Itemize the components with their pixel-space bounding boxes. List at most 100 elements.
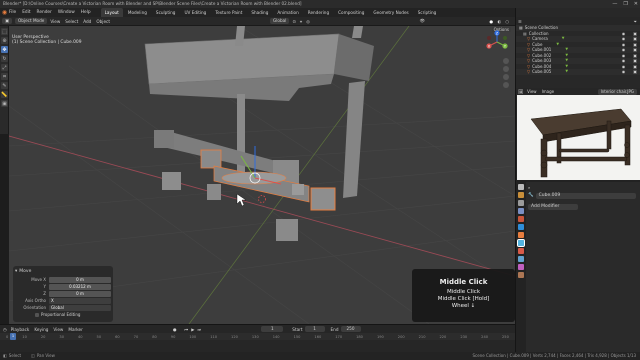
tab-shading[interactable]: Shading xyxy=(247,8,272,17)
collapse-icon[interactable]: ▾ xyxy=(15,269,17,274)
menu-keying[interactable]: Keying xyxy=(34,327,48,332)
outliner-item[interactable]: ▽ Cube.005 ▼ ◉ ▣ xyxy=(516,69,640,75)
turned-spindle[interactable] xyxy=(221,171,287,185)
start-frame-field[interactable]: 1 xyxy=(304,326,325,332)
visibility-toggle-icon[interactable]: ◉ xyxy=(622,69,626,75)
pan-icon[interactable] xyxy=(503,66,509,72)
menu-timeline-view[interactable]: View xyxy=(53,327,63,332)
close-button[interactable]: ✕ xyxy=(634,0,638,8)
ortho-toggle-icon[interactable] xyxy=(503,82,509,88)
loose-block-4[interactable] xyxy=(292,184,304,195)
add-modifier-button[interactable]: Add Modifier xyxy=(528,204,578,210)
output-tab-icon[interactable] xyxy=(518,200,524,206)
world-tab-icon[interactable] xyxy=(518,224,524,230)
outliner[interactable]: ☰ ⏷ ▦ Scene Collection ▦ Collection ◉ ▣ ▽ Cam… xyxy=(515,8,640,88)
blender-logo-icon[interactable]: ◉ xyxy=(0,9,9,16)
3d-cursor[interactable] xyxy=(258,195,266,203)
record-icon[interactable]: ● xyxy=(173,327,177,332)
tab-modeling[interactable]: Modeling xyxy=(124,8,151,17)
rail-block-mid[interactable] xyxy=(200,149,222,169)
tool-tab-icon[interactable] xyxy=(518,184,524,190)
move-y-field[interactable]: 0.03212 m xyxy=(49,283,111,290)
image-menu-view[interactable]: View xyxy=(527,89,537,94)
tab-texture-paint[interactable]: Texture Paint xyxy=(211,8,246,17)
maximize-button[interactable]: ❐ xyxy=(623,0,627,8)
menu-view[interactable]: View xyxy=(50,19,60,24)
measure-icon[interactable]: 📏 xyxy=(1,91,8,98)
jump-start-icon[interactable]: ⏮ xyxy=(185,327,189,332)
snap-icon[interactable]: ⌖ xyxy=(300,19,302,24)
object-tab-icon[interactable] xyxy=(518,232,524,238)
timeline[interactable]: ◷ Playback Keying View Marker ● ⏮ ▶ ⏭ 1 … xyxy=(0,324,515,352)
tab-geometry-nodes[interactable]: Geometry Nodes xyxy=(369,8,412,17)
tab-animation[interactable]: Animation xyxy=(273,8,302,17)
selected-cube[interactable] xyxy=(310,187,336,211)
outliner-filter-icon[interactable]: ⏷ xyxy=(634,19,637,24)
menu-playback[interactable]: Playback xyxy=(11,327,30,332)
end-frame-field[interactable]: 250 xyxy=(340,326,361,332)
operator-panel[interactable]: ▾ Move Move X0 m Y 0.03212 m Z0 m Axis Or… xyxy=(13,266,113,322)
annotate-icon[interactable]: ✎ xyxy=(1,82,8,89)
menu-window[interactable]: Window xyxy=(58,10,75,15)
tab-uv-editing[interactable]: UV Editing xyxy=(180,8,210,17)
rotate-icon[interactable]: ↻ xyxy=(1,55,8,62)
axis-ortho-selector[interactable]: X xyxy=(49,297,111,304)
play-icon[interactable]: ▶ xyxy=(191,327,194,332)
outliner-editor-icon[interactable]: ☰ xyxy=(518,19,522,24)
render-tab-icon[interactable] xyxy=(518,192,524,198)
particles-tab-icon[interactable] xyxy=(518,248,524,254)
transform-orientation-selector[interactable]: Global xyxy=(269,18,290,24)
pivot-icon[interactable]: ⊙ xyxy=(292,19,296,24)
proportional-checkbox[interactable] xyxy=(35,312,39,317)
zoom-icon[interactable] xyxy=(503,58,509,64)
leg-front-right[interactable] xyxy=(343,81,365,198)
scene-tab-icon[interactable] xyxy=(518,216,524,222)
transform-icon[interactable]: ⌗ xyxy=(1,73,8,80)
tab-layout[interactable]: Layout xyxy=(100,8,123,17)
loose-block-3[interactable] xyxy=(276,219,298,241)
menu-edit[interactable]: Edit xyxy=(22,10,30,15)
timeline-editor-icon[interactable]: ◷ xyxy=(3,327,7,332)
view-layer-tab-icon[interactable] xyxy=(518,208,524,214)
move-icon[interactable]: ✥ xyxy=(1,46,8,53)
menu-help[interactable]: Help xyxy=(81,10,91,15)
minimize-button[interactable]: — xyxy=(612,0,617,8)
scale-icon[interactable]: ⤢ xyxy=(1,64,8,71)
menu-object[interactable]: Object xyxy=(96,19,110,24)
menu-file[interactable]: File xyxy=(9,10,16,15)
properties-search-icon[interactable]: ⌕ xyxy=(528,185,530,190)
menu-select[interactable]: Select xyxy=(65,19,78,24)
select-box-icon[interactable]: ⬚ xyxy=(1,28,8,35)
move-x-field[interactable]: 0 m xyxy=(49,276,111,283)
cursor-icon[interactable]: ⊕ xyxy=(1,37,8,44)
operator-header[interactable]: ▾ Move xyxy=(15,268,111,274)
current-frame-field[interactable]: 1 xyxy=(261,326,284,332)
constraints-tab-icon[interactable] xyxy=(518,264,524,270)
loose-block-2[interactable] xyxy=(207,184,221,200)
data-tab-icon[interactable] xyxy=(518,272,524,278)
menu-marker[interactable]: Marker xyxy=(68,327,82,332)
physics-tab-icon[interactable] xyxy=(518,256,524,262)
tab-sculpting[interactable]: Sculpting xyxy=(152,8,180,17)
menu-render[interactable]: Render xyxy=(37,10,52,15)
shading-material-icon[interactable]: ◐ xyxy=(497,19,501,24)
tab-compositing[interactable]: Compositing xyxy=(334,8,368,17)
tab-rendering[interactable]: Rendering xyxy=(304,8,333,17)
chair-seat-right[interactable] xyxy=(334,34,374,81)
render-toggle-icon[interactable]: ▣ xyxy=(633,69,637,75)
proportional-edit-icon[interactable]: ◎ xyxy=(306,19,310,24)
axis-gizmo[interactable]: Z X Y xyxy=(485,30,509,54)
camera-view-icon[interactable] xyxy=(503,74,509,80)
jump-end-icon[interactable]: ⏭ xyxy=(198,327,202,332)
editor-type-button[interactable]: ▣ xyxy=(2,18,12,24)
loose-block-1[interactable] xyxy=(162,172,181,190)
move-z-field[interactable]: 0 m xyxy=(49,290,111,297)
shading-rendered-icon[interactable]: ○ xyxy=(505,19,509,24)
object-name-field[interactable]: Cube.009 xyxy=(535,192,636,199)
visibility-icon[interactable]: 👁 xyxy=(420,18,425,24)
image-editor[interactable]: 🖼 View Image Interior chair.JPG xyxy=(515,88,640,182)
image-name-field[interactable]: Interior chair.JPG xyxy=(597,88,637,95)
menu-add[interactable]: Add xyxy=(83,19,91,24)
mode-selector[interactable]: Object Mode xyxy=(14,18,48,24)
back-post-right[interactable] xyxy=(352,26,363,38)
